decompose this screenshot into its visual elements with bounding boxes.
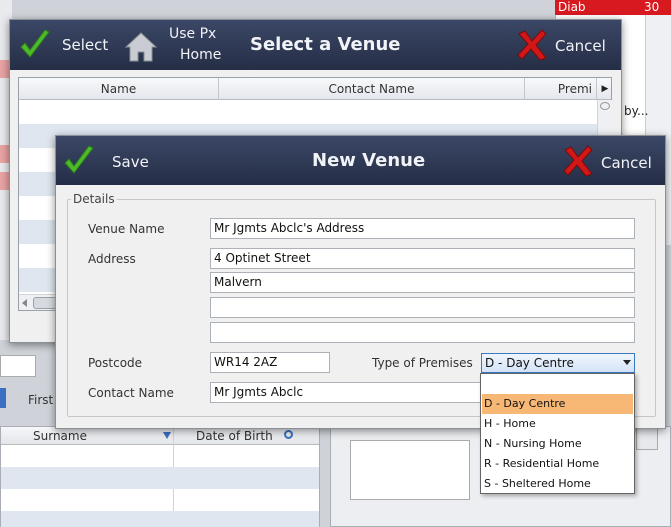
bg-by-label: by... (624, 104, 649, 118)
address-line3-field[interactable] (210, 297, 635, 318)
check-icon (20, 29, 50, 58)
venue-grid-header: Name Contact Name Premi ▶ (19, 78, 611, 100)
address-line1-field[interactable]: 4 Optinet Street (210, 248, 635, 269)
scroll-left-arrow[interactable] (22, 299, 27, 307)
select-cancel-label: Cancel (555, 37, 606, 55)
search-icon[interactable] (284, 430, 293, 439)
col-premises[interactable]: Premi (525, 78, 597, 100)
scroll-up-arrow[interactable] (600, 102, 610, 110)
premises-option[interactable]: N - Nursing Home (482, 434, 633, 454)
bg-first-label: First (28, 393, 54, 407)
type-of-premises-select[interactable]: D - Day Centre (481, 353, 635, 373)
col-name[interactable]: Name (19, 78, 219, 100)
save-button[interactable]: Save (62, 144, 152, 180)
table-row[interactable] (19, 100, 597, 124)
new-venue-cancel-button[interactable]: Cancel (561, 142, 661, 180)
venue-name-field[interactable]: Mr Jgmts Abclc's Address (210, 218, 635, 239)
select-venue-titlebar: Select Use Px Home Select a Venue Cancel (10, 20, 621, 70)
use-px-label: Use Px (169, 26, 217, 42)
select-label: Select (62, 36, 109, 54)
premises-dropdown-list: D - Day Centre H - Home N - Nursing Home… (480, 373, 635, 494)
use-px-home-button[interactable]: Use Px Home (124, 24, 224, 68)
premises-option[interactable]: H - Home (482, 414, 633, 434)
select-button[interactable]: Select (18, 28, 108, 64)
premises-option[interactable]: D - Day Centre (482, 394, 633, 414)
type-of-premises-value: D - Day Centre (485, 356, 574, 370)
check-icon (64, 145, 94, 174)
address-label: Address (88, 252, 136, 266)
venue-name-label: Venue Name (88, 222, 165, 236)
new-venue-title: New Venue (312, 150, 426, 171)
bg-red-number: 30 (641, 0, 671, 15)
select-venue-title: Select a Venue (250, 34, 401, 55)
cancel-icon (563, 145, 593, 177)
cancel-icon (517, 29, 547, 61)
save-label: Save (112, 153, 149, 171)
col-contact-name[interactable]: Contact Name (219, 78, 525, 100)
scroll-right-arrow[interactable]: ▶ (597, 78, 613, 100)
bg-grid: Surname Date of Birth (0, 426, 320, 527)
address-line4-field[interactable] (210, 322, 635, 343)
address-line2-field[interactable]: Malvern (210, 272, 635, 293)
type-of-premises-label: Type of Premises (372, 356, 473, 370)
home-icon (124, 32, 158, 62)
new-venue-cancel-label: Cancel (601, 154, 652, 172)
chevron-down-icon[interactable] (623, 360, 631, 365)
postcode-field[interactable]: WR14 2AZ (210, 352, 330, 373)
details-legend: Details (71, 192, 117, 206)
contact-name-field[interactable]: Mr Jgmts Abclc (210, 382, 490, 403)
postcode-label: Postcode (88, 356, 143, 370)
select-cancel-button[interactable]: Cancel (515, 26, 615, 64)
contact-name-label: Contact Name (88, 386, 174, 400)
premises-option[interactable]: S - Sheltered Home (482, 474, 633, 494)
bg-col-dob[interactable]: Date of Birth (196, 429, 273, 443)
new-venue-titlebar: Save New Venue Cancel (56, 136, 665, 185)
home-label: Home (180, 47, 222, 63)
bg-col-surname[interactable]: Surname (33, 429, 87, 443)
bg-red-cell: Diab (555, 0, 641, 15)
premises-option[interactable]: R - Residential Home (482, 454, 633, 474)
filter-icon[interactable] (163, 432, 171, 439)
